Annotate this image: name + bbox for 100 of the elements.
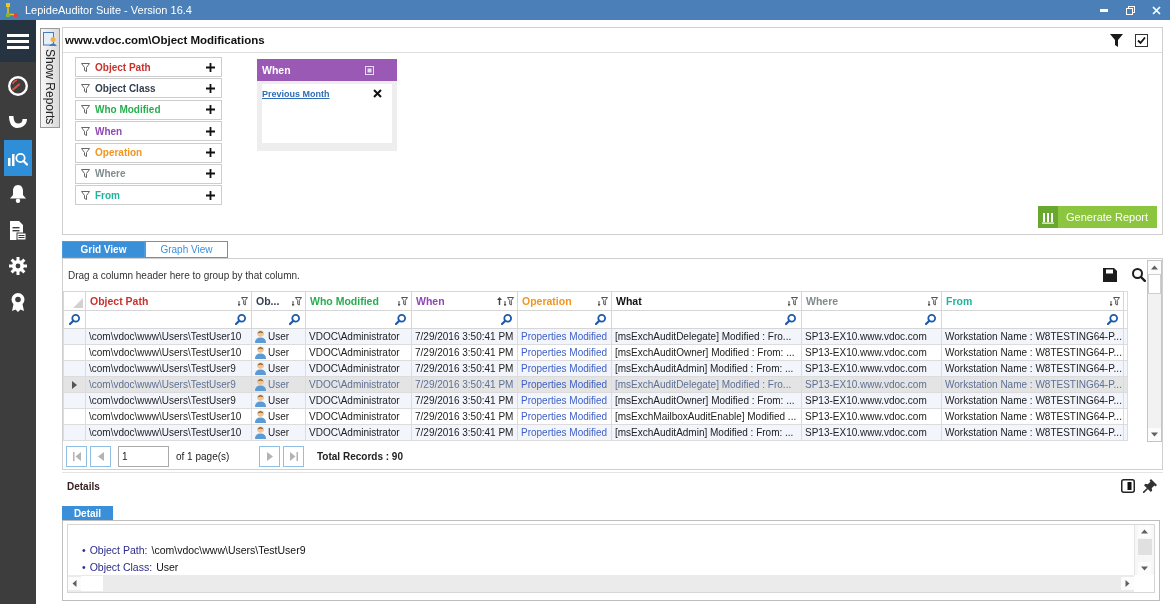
table-cell: 7/29/2016 3:50:41 PM bbox=[411, 344, 518, 361]
filter-icon[interactable] bbox=[598, 296, 608, 306]
column-header[interactable]: Object Path bbox=[85, 291, 252, 311]
save-icon[interactable] bbox=[1103, 268, 1117, 282]
table-cell: SP13-EX10.www.vdoc.com bbox=[801, 424, 942, 441]
table-cell: [msExchMailboxAuditEnable] Modified ... bbox=[611, 408, 802, 425]
scrollbar-thumb[interactable] bbox=[1148, 274, 1161, 294]
column-header[interactable]: Who Modified bbox=[305, 291, 412, 311]
scroll-left-icon[interactable] bbox=[68, 577, 81, 590]
plus-icon[interactable] bbox=[206, 169, 215, 179]
filter-icon[interactable] bbox=[504, 296, 514, 306]
filter-label: When bbox=[95, 125, 123, 137]
app-logo-icon bbox=[6, 3, 18, 17]
menu-icon bbox=[7, 33, 29, 49]
vertical-scrollbar[interactable] bbox=[1147, 260, 1162, 442]
panel-icon[interactable] bbox=[1121, 479, 1135, 493]
search-icon[interactable] bbox=[1132, 268, 1146, 282]
previous-icon bbox=[97, 451, 104, 461]
table-cell: Workstation Name : W8TESTING64-P... bbox=[941, 408, 1124, 425]
show-reports-tab[interactable]: Show Reports bbox=[40, 28, 60, 128]
scroll-up-icon[interactable] bbox=[1148, 261, 1161, 274]
detail-tab[interactable]: Detail bbox=[62, 506, 113, 520]
table-cell: [msExchAuditOwner] Modified : From: ... bbox=[611, 392, 802, 409]
filter-icon[interactable] bbox=[238, 296, 248, 306]
table-cell: Workstation Name : W8TESTING64-P... bbox=[941, 344, 1124, 361]
plus-icon[interactable] bbox=[206, 126, 215, 136]
filter-item[interactable]: Object Class bbox=[75, 78, 222, 99]
filter-icon[interactable] bbox=[1110, 296, 1120, 306]
table-cell: [msExchAuditDelegate] Modified : Fro... bbox=[611, 328, 802, 345]
filter-item[interactable]: Where bbox=[75, 163, 222, 184]
filter-label: Object Class bbox=[95, 82, 156, 94]
table-cell: VDOC\Administrator bbox=[305, 392, 412, 409]
checkbox-icon[interactable] bbox=[1135, 33, 1148, 47]
close-icon[interactable] bbox=[373, 89, 382, 98]
table-cell: \com\vdoc\www\Users\TestUser10 bbox=[85, 328, 252, 345]
search-icon[interactable] bbox=[69, 314, 80, 325]
field-label: Object Class: bbox=[89, 560, 153, 574]
search-icon bbox=[289, 314, 300, 325]
table-cell: \com\vdoc\www\Users\TestUser9 bbox=[85, 376, 252, 393]
table-cell: \com\vdoc\www\Users\TestUser9 bbox=[85, 360, 252, 377]
page-input[interactable]: 1 bbox=[118, 445, 169, 467]
scrollbar-thumb[interactable] bbox=[1137, 539, 1152, 555]
search-icon bbox=[785, 314, 796, 325]
plus-icon[interactable] bbox=[206, 190, 215, 200]
filter-item[interactable]: Object Path bbox=[75, 57, 222, 77]
table-cell: \com\vdoc\www\Users\TestUser10 bbox=[85, 344, 252, 361]
triangle-icon bbox=[73, 298, 83, 308]
plus-icon[interactable] bbox=[206, 148, 215, 158]
table-cell: \com\vdoc\www\Users\TestUser9 bbox=[85, 392, 252, 409]
table-cell: 7/29/2016 3:50:41 PM bbox=[411, 424, 518, 441]
filter-item[interactable]: When bbox=[75, 121, 222, 142]
filter-icon[interactable] bbox=[292, 296, 302, 306]
filter-icon[interactable] bbox=[788, 296, 798, 306]
table-cell: VDOC\Administrator bbox=[305, 408, 412, 425]
menu-button[interactable] bbox=[0, 20, 36, 62]
filter-item[interactable]: Who Modified bbox=[75, 99, 222, 120]
report-icon bbox=[43, 32, 57, 46]
column-header[interactable]: When bbox=[411, 291, 518, 311]
plus-icon[interactable] bbox=[206, 105, 215, 115]
cell-text: User bbox=[268, 425, 290, 440]
horizontal-scrollbar[interactable] bbox=[68, 575, 1134, 592]
scrollbar-thumb[interactable] bbox=[81, 576, 103, 591]
table-cell: SP13-EX10.www.vdoc.com bbox=[801, 360, 942, 377]
vertical-scrollbar[interactable] bbox=[1134, 525, 1154, 575]
view-tab[interactable]: Grid View bbox=[62, 241, 145, 258]
filter-icon[interactable] bbox=[928, 296, 938, 306]
field-value: \com\vdoc\www\Users\TestUser9 bbox=[151, 543, 306, 557]
cell-text: User bbox=[268, 377, 290, 392]
field-label: Object Path: bbox=[89, 543, 148, 557]
plus-icon[interactable] bbox=[206, 62, 215, 72]
table-cell: \com\vdoc\www\Users\TestUser10 bbox=[85, 424, 252, 441]
filter-icon[interactable] bbox=[398, 296, 408, 306]
cup-icon bbox=[9, 116, 27, 128]
user-icon bbox=[255, 410, 266, 423]
scroll-down-icon[interactable] bbox=[1148, 428, 1161, 441]
table-cell: Properties Modified bbox=[517, 360, 612, 377]
report-title: www.vdoc.com\Object Modifications bbox=[65, 34, 265, 46]
field-value: User bbox=[156, 560, 179, 574]
view-tab[interactable]: Graph View bbox=[145, 241, 228, 258]
column-header[interactable]: What bbox=[611, 291, 802, 311]
list-bullet: • bbox=[82, 560, 86, 574]
column-header[interactable]: Where bbox=[801, 291, 942, 311]
gauge-icon bbox=[8, 76, 28, 96]
plus-icon[interactable] bbox=[206, 83, 215, 93]
table-cell: Workstation Name : W8TESTING64-P... bbox=[941, 328, 1124, 345]
table-cell: VDOC\Administrator bbox=[305, 376, 412, 393]
filter-icon[interactable] bbox=[1110, 33, 1123, 47]
table-cell: 7/29/2016 3:50:41 PM bbox=[411, 328, 518, 345]
table-cell: 7/29/2016 3:50:41 PM bbox=[411, 392, 518, 409]
cell-text: User bbox=[268, 329, 290, 344]
filter-value-link[interactable]: Previous Month bbox=[262, 89, 330, 99]
table-cell: VDOC\Administrator bbox=[305, 328, 412, 345]
pin-icon[interactable] bbox=[1143, 479, 1157, 493]
user-icon bbox=[255, 378, 266, 391]
table-cell: SP13-EX10.www.vdoc.com bbox=[801, 328, 942, 345]
scroll-right-icon[interactable] bbox=[1121, 577, 1134, 590]
table-cell: Workstation Name : W8TESTING64-P... bbox=[941, 376, 1124, 393]
box-icon[interactable] bbox=[365, 65, 374, 75]
table-cell: [msExchAuditAdmin] Modified : From: ... bbox=[611, 424, 802, 441]
column-header[interactable]: Ob... bbox=[251, 291, 306, 311]
